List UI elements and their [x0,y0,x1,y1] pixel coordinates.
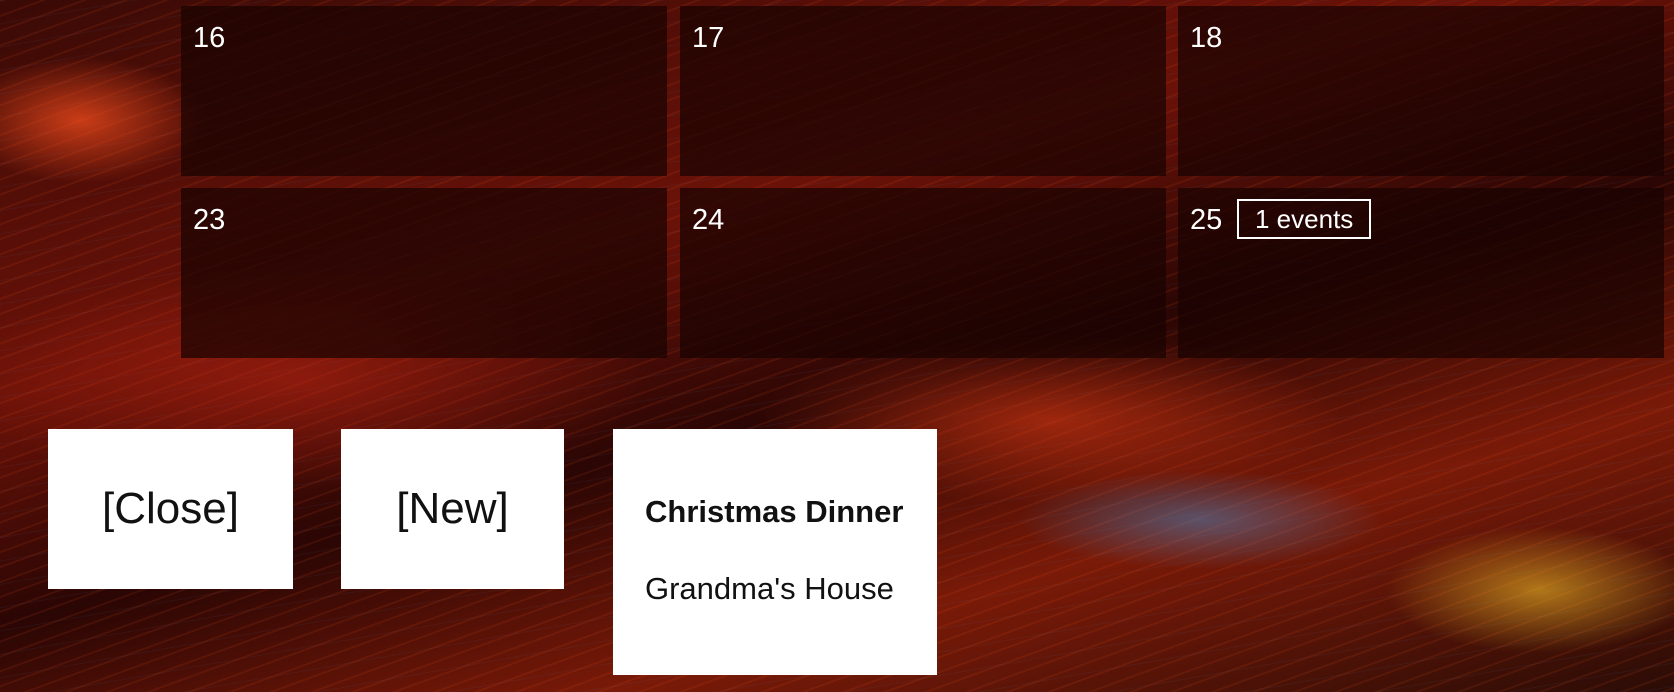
day-number: 18 [1190,22,1223,54]
calendar-day-cell[interactable]: 24 [680,188,1166,358]
calendar-day-cell[interactable]: 23 [181,188,667,358]
day-number: 17 [692,22,725,54]
event-title: Christmas Dinner [645,494,904,529]
day-number: 24 [692,204,725,236]
day-number: 25 [1190,204,1223,236]
calendar-day-cell[interactable]: 25 1 events [1178,188,1664,358]
calendar-day-cell[interactable]: 18 [1178,6,1664,176]
day-number: 16 [193,22,226,54]
events-count-badge[interactable]: 1 events [1237,199,1372,239]
calendar-day-cell[interactable]: 17 [680,6,1166,176]
event-location: Grandma's House [645,571,894,606]
calendar-day-cell[interactable]: 16 [181,6,667,176]
event-card[interactable]: Christmas Dinner Grandma's House [613,429,937,675]
new-event-button[interactable]: [New] [341,429,564,589]
day-number: 23 [193,204,226,236]
close-button[interactable]: [Close] [48,429,293,589]
